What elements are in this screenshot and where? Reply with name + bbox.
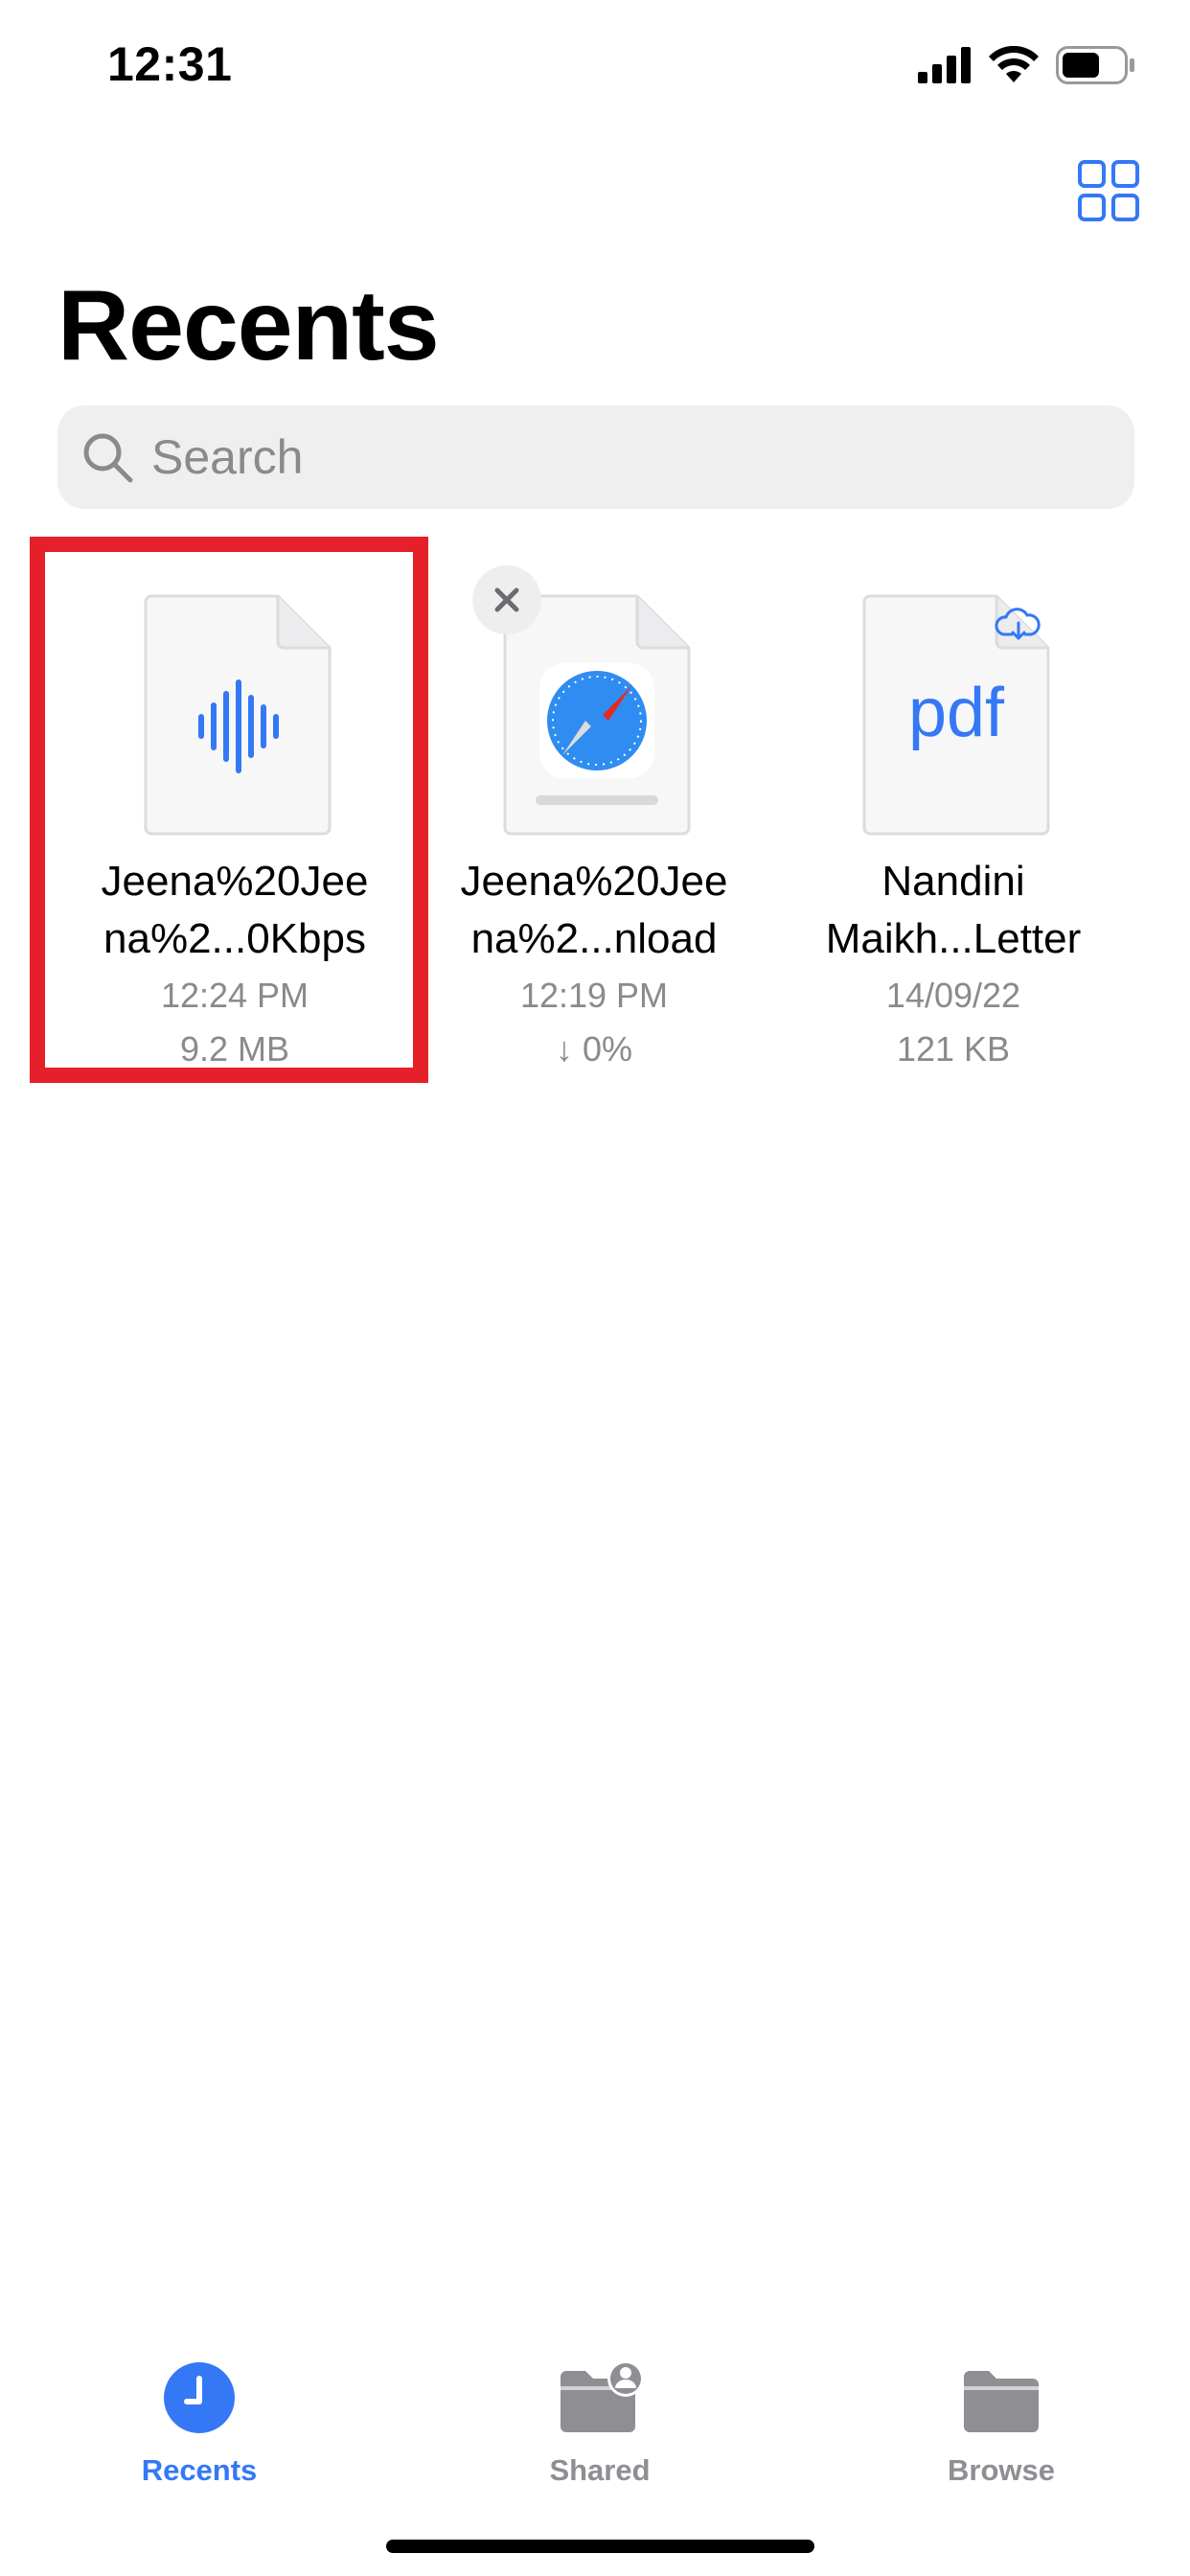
battery-icon (1056, 46, 1134, 84)
file-name-line-1: Jeena%20Jee (101, 858, 369, 905)
file-size: 9.2 MB (179, 1029, 290, 1069)
status-icons (918, 46, 1136, 84)
download-progress: ↓ 0% (555, 1029, 633, 1069)
pdf-file-thumbnail: pdf (862, 594, 1050, 836)
cellular-signal-icon (918, 47, 971, 83)
shared-folder-icon (561, 2360, 643, 2432)
file-name: Nandini Maikh...Letter (762, 853, 1145, 968)
tab-recents[interactable]: Recents (84, 2359, 314, 2513)
tab-browse[interactable]: Browse (886, 2359, 1116, 2513)
file-name-line-1: Jeena%20Jee (460, 858, 728, 905)
folder-icon (964, 2371, 1039, 2432)
cancel-download-button[interactable] (472, 565, 541, 634)
tab-label: Shared (549, 2453, 651, 2487)
file-name-line-2: na%2...0Kbps (103, 915, 366, 962)
tab-label: Browse (948, 2453, 1055, 2487)
file-name-line-1: Nandini (881, 858, 1025, 905)
file-time: 12:24 PM (160, 976, 309, 1015)
tab-shared[interactable]: Shared (485, 2359, 715, 2513)
file-time: 12:19 PM (519, 976, 669, 1015)
file-item-audio[interactable]: Jeena%20Jee na%2...0Kbps 12:24 PM 9.2 MB (43, 575, 426, 1073)
wifi-icon (989, 46, 1039, 82)
safari-compass-icon (547, 671, 647, 770)
search-bar[interactable] (57, 405, 1134, 509)
audio-file-thumbnail (144, 594, 332, 836)
file-item-download[interactable]: Jeena%20Jee na%2...nload 12:19 PM ↓ 0% (402, 575, 786, 1073)
page-title: Recents (57, 270, 440, 381)
grid-view-button[interactable] (1077, 159, 1140, 222)
file-date: 14/09/22 (885, 976, 1021, 1015)
status-time: 12:31 (107, 37, 233, 91)
file-size: 121 KB (896, 1029, 1011, 1069)
clock-icon (164, 2362, 235, 2433)
pdf-label: pdf (908, 675, 1005, 751)
home-indicator[interactable] (386, 2540, 814, 2553)
close-icon (494, 587, 519, 612)
file-name-line-2: na%2...nload (470, 915, 718, 962)
tab-bar: Recents Shared Browse (0, 2338, 1190, 2530)
file-name: Jeena%20Jee na%2...nload (402, 853, 786, 968)
tab-label: Recents (141, 2453, 258, 2487)
file-item-pdf[interactable]: pdf Nandini Maikh...Letter 14/09/22 121 … (762, 575, 1145, 1073)
file-name: Jeena%20Jee na%2...0Kbps (43, 853, 426, 968)
search-input[interactable] (149, 418, 1092, 496)
file-name-line-2: Maikh...Letter (825, 915, 1082, 962)
status-bar: 12:31 (0, 0, 1190, 134)
search-icon (83, 433, 133, 483)
